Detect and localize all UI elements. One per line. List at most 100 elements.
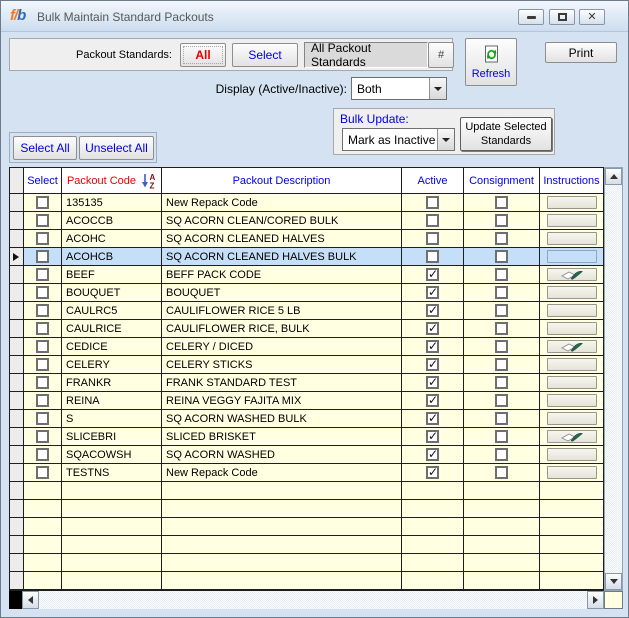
active-checkbox[interactable]: [426, 376, 439, 389]
instructions-button[interactable]: [547, 394, 597, 407]
row-selector-cell[interactable]: [10, 302, 24, 319]
table-row[interactable]: CELERYCELERY STICKS: [10, 356, 603, 374]
bulk-action-combobox[interactable]: Mark as Inactive: [342, 128, 455, 151]
consignment-checkbox[interactable]: [495, 250, 508, 263]
scroll-down-button[interactable]: [605, 573, 622, 590]
active-checkbox[interactable]: [426, 430, 439, 443]
select-checkbox[interactable]: [36, 448, 49, 461]
row-selector-cell[interactable]: [10, 212, 24, 229]
select-checkbox[interactable]: [36, 340, 49, 353]
refresh-button[interactable]: Refresh: [465, 38, 517, 86]
row-selector-cell[interactable]: [10, 464, 24, 481]
instructions-button[interactable]: [547, 448, 597, 461]
row-selector-cell[interactable]: [10, 392, 24, 409]
consignment-checkbox[interactable]: [495, 214, 508, 227]
table-row[interactable]: TESTNSNew Repack Code: [10, 464, 603, 482]
table-row[interactable]: BEEFBEFF PACK CODE: [10, 266, 603, 284]
consignment-checkbox[interactable]: [495, 304, 508, 317]
table-row[interactable]: BOUQUETBOUQUET: [10, 284, 603, 302]
table-row[interactable]: CEDICECELERY / DICED: [10, 338, 603, 356]
consignment-checkbox[interactable]: [495, 340, 508, 353]
instructions-button[interactable]: [547, 358, 597, 371]
table-row[interactable]: SLICEBRISLICED BRISKET: [10, 428, 603, 446]
active-checkbox[interactable]: [426, 340, 439, 353]
update-selected-standards-button[interactable]: Update Selected Standards: [460, 117, 552, 151]
active-checkbox[interactable]: [426, 232, 439, 245]
scroll-left-button[interactable]: [22, 591, 39, 609]
active-checkbox[interactable]: [426, 448, 439, 461]
minimize-button[interactable]: [518, 9, 544, 25]
consignment-checkbox[interactable]: [495, 286, 508, 299]
table-row[interactable]: CAULRICECAULIFLOWER RICE, BULK: [10, 320, 603, 338]
instructions-button[interactable]: [547, 340, 597, 353]
select-checkbox[interactable]: [36, 304, 49, 317]
instructions-button[interactable]: [547, 412, 597, 425]
scroll-right-button[interactable]: [587, 591, 604, 609]
active-checkbox[interactable]: [426, 250, 439, 263]
active-checkbox[interactable]: [426, 412, 439, 425]
horizontal-scrollbar[interactable]: [9, 591, 604, 609]
sort-az-icon[interactable]: A Z: [141, 172, 156, 189]
bulk-action-dropdown-button[interactable]: [437, 129, 454, 150]
empty-table-row[interactable]: [10, 536, 603, 554]
display-combobox[interactable]: Both: [351, 77, 447, 100]
select-checkbox[interactable]: [36, 358, 49, 371]
empty-table-row[interactable]: [10, 554, 603, 572]
instructions-button[interactable]: [547, 232, 597, 245]
column-header-select[interactable]: Select: [24, 168, 62, 193]
consignment-checkbox[interactable]: [495, 448, 508, 461]
row-selector-cell[interactable]: [10, 374, 24, 391]
all-button[interactable]: All: [180, 43, 226, 67]
consignment-checkbox[interactable]: [495, 232, 508, 245]
row-selector-cell[interactable]: [10, 428, 24, 445]
active-checkbox[interactable]: [426, 304, 439, 317]
table-row[interactable]: REINAREINA VEGGY FAJITA MIX: [10, 392, 603, 410]
select-checkbox[interactable]: [36, 466, 49, 479]
instructions-button[interactable]: [547, 250, 597, 263]
print-button[interactable]: Print: [545, 42, 617, 63]
consignment-checkbox[interactable]: [495, 466, 508, 479]
display-dropdown-button[interactable]: [429, 78, 446, 99]
table-row[interactable]: FRANKRFRANK STANDARD TEST: [10, 374, 603, 392]
empty-table-row[interactable]: [10, 572, 603, 590]
row-selector-cell[interactable]: [10, 266, 24, 283]
instructions-button[interactable]: [547, 466, 597, 479]
table-row[interactable]: ACOCCBSQ ACORN CLEAN/CORED BULK: [10, 212, 603, 230]
standards-filter-field[interactable]: All Packout Standards: [304, 42, 428, 68]
column-header-packout-code[interactable]: Packout Code A Z: [62, 168, 162, 193]
row-selector-cell[interactable]: [10, 194, 24, 211]
consignment-checkbox[interactable]: [495, 394, 508, 407]
unselect-all-button[interactable]: Unselect All: [79, 136, 154, 160]
select-checkbox[interactable]: [36, 394, 49, 407]
row-selector-cell[interactable]: [10, 320, 24, 337]
row-selector-cell[interactable]: [10, 284, 24, 301]
table-row[interactable]: SSQ ACORN WASHED BULK: [10, 410, 603, 428]
row-selector-cell[interactable]: [10, 338, 24, 355]
consignment-checkbox[interactable]: [495, 322, 508, 335]
instructions-button[interactable]: [547, 430, 597, 443]
row-selector-cell[interactable]: [10, 230, 24, 247]
active-checkbox[interactable]: [426, 286, 439, 299]
table-row[interactable]: CAULRC5CAULIFLOWER RICE 5 LB: [10, 302, 603, 320]
select-checkbox[interactable]: [36, 430, 49, 443]
active-checkbox[interactable]: [426, 358, 439, 371]
active-checkbox[interactable]: [426, 214, 439, 227]
consignment-checkbox[interactable]: [495, 412, 508, 425]
active-checkbox[interactable]: [426, 322, 439, 335]
instructions-button[interactable]: [547, 286, 597, 299]
column-header-packout-description[interactable]: Packout Description: [162, 168, 402, 193]
select-checkbox[interactable]: [36, 250, 49, 263]
select-checkbox[interactable]: [36, 232, 49, 245]
table-row[interactable]: SQACOWSHSQ ACORN WASHED: [10, 446, 603, 464]
table-row[interactable]: ACOHCSQ ACORN CLEANED HALVES: [10, 230, 603, 248]
close-button[interactable]: [579, 9, 605, 25]
maximize-button[interactable]: [549, 9, 575, 25]
empty-table-row[interactable]: [10, 500, 603, 518]
column-header-instructions[interactable]: Instructions: [540, 168, 603, 193]
instructions-button[interactable]: [547, 304, 597, 317]
active-checkbox[interactable]: [426, 196, 439, 209]
active-checkbox[interactable]: [426, 394, 439, 407]
select-checkbox[interactable]: [36, 196, 49, 209]
instructions-button[interactable]: [547, 196, 597, 209]
table-row[interactable]: ACOHCBSQ ACORN CLEANED HALVES BULK: [10, 248, 603, 266]
